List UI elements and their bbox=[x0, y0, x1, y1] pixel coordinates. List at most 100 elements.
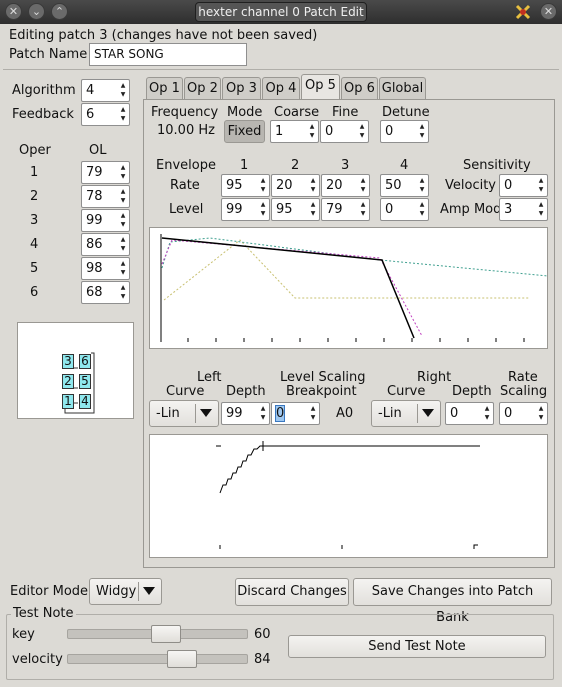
spin-arrows-icon[interactable]: ▲ ▼ bbox=[483, 404, 491, 422]
level-scaling-label: Level Scaling bbox=[280, 370, 366, 385]
fine-spin[interactable]: 0 ▲ ▼ bbox=[320, 120, 369, 143]
tab-global[interactable]: Global bbox=[379, 77, 426, 99]
velocity-slider-thumb[interactable] bbox=[167, 650, 198, 668]
env-level-2[interactable]: 95 ▲ ▼ bbox=[271, 198, 320, 221]
tab-op-1[interactable]: Op 1 bbox=[146, 77, 183, 99]
tab-op-3[interactable]: Op 3 bbox=[222, 77, 261, 99]
right-depth-value: 0 bbox=[450, 406, 459, 421]
env-level-4[interactable]: 0 ▲ ▼ bbox=[380, 198, 429, 221]
discard-changes-button[interactable]: Discard Changes bbox=[235, 578, 349, 606]
envelope-graph[interactable] bbox=[149, 227, 549, 349]
close-window-icon[interactable]: ✕ bbox=[5, 3, 22, 20]
env-trace-yellow bbox=[163, 239, 530, 301]
breakpoint-note: A0 bbox=[336, 406, 354, 421]
spin-arrows-icon[interactable]: ▲ ▼ bbox=[418, 176, 426, 194]
spin-arrows-icon[interactable]: ▲ ▼ bbox=[259, 176, 267, 194]
env-trace-current bbox=[161, 237, 415, 339]
spin-arrows-icon[interactable]: ▲ ▼ bbox=[119, 105, 127, 123]
env-rate-4-value: 50 bbox=[385, 178, 402, 193]
left-depth-value: 99 bbox=[226, 406, 243, 421]
coarse-spin[interactable]: 1 ▲ ▼ bbox=[270, 120, 319, 143]
minimize-window-icon[interactable]: ⌄ bbox=[28, 3, 45, 20]
spin-arrows-icon[interactable]: ▲ ▼ bbox=[309, 404, 317, 422]
env-col-1: 1 bbox=[240, 158, 249, 173]
op-level-spin-2[interactable]: 78 ▲ ▼ bbox=[81, 185, 130, 208]
algorithm-value: 4 bbox=[86, 83, 95, 98]
env-rate-1[interactable]: 95 ▲ ▼ bbox=[221, 174, 270, 197]
op-level-spin-1[interactable]: 79 ▲ ▼ bbox=[81, 161, 130, 184]
dropdown-arrow-icon bbox=[143, 587, 155, 595]
right-depth-spin[interactable]: 0 ▲ ▼ bbox=[445, 402, 494, 425]
left-curve-select[interactable]: -Lin bbox=[149, 400, 219, 427]
spin-arrows-icon[interactable]: ▲ ▼ bbox=[537, 404, 545, 422]
spin-arrows-icon[interactable]: ▲ ▼ bbox=[418, 200, 426, 218]
send-test-note-button[interactable]: Send Test Note bbox=[288, 635, 546, 658]
right-curve-value: -Lin bbox=[378, 406, 402, 421]
left-label: Left bbox=[197, 370, 222, 385]
key-slider[interactable] bbox=[67, 625, 248, 643]
spin-arrows-icon[interactable]: ▲ ▼ bbox=[309, 176, 317, 194]
patch-name-input[interactable]: STAR SONG bbox=[89, 43, 247, 66]
tab-op-5[interactable]: Op 5 bbox=[301, 74, 340, 100]
velocity-slider[interactable] bbox=[67, 650, 248, 668]
spin-arrows-icon[interactable]: ▲ ▼ bbox=[418, 122, 426, 140]
op-level-spin-4-value: 86 bbox=[86, 237, 103, 252]
env-rate-2[interactable]: 20 ▲ ▼ bbox=[271, 174, 320, 197]
rate-scaling-label-1: Rate bbox=[508, 370, 538, 385]
spin-arrows-icon[interactable]: ▲ ▼ bbox=[359, 176, 367, 194]
op-level-spin-3[interactable]: 99 ▲ ▼ bbox=[81, 209, 130, 232]
spin-arrows-icon[interactable]: ▲ ▼ bbox=[537, 176, 545, 194]
spin-arrows-icon[interactable]: ▲ ▼ bbox=[259, 200, 267, 218]
detune-spin[interactable]: 0 ▲ ▼ bbox=[380, 120, 429, 143]
editor-mode-select[interactable]: Widgy bbox=[89, 578, 162, 605]
env-rate-3[interactable]: 20 ▲ ▼ bbox=[321, 174, 370, 197]
maximize-window-icon[interactable]: ⌃ bbox=[51, 3, 68, 20]
key-slider-thumb[interactable] bbox=[150, 625, 181, 643]
close-icon[interactable]: ✕ bbox=[540, 3, 557, 20]
spin-arrows-icon[interactable]: ▲ ▼ bbox=[119, 163, 127, 181]
spin-arrows-icon[interactable]: ▲ ▼ bbox=[358, 122, 366, 140]
op-level-spin-4[interactable]: 86 ▲ ▼ bbox=[81, 233, 130, 256]
spin-arrows-icon[interactable]: ▲ ▼ bbox=[119, 283, 127, 301]
spin-arrows-icon[interactable]: ▲ ▼ bbox=[309, 200, 317, 218]
breakpoint-label: Breakpoint bbox=[286, 384, 357, 399]
spin-arrows-icon[interactable]: ▲ ▼ bbox=[119, 81, 127, 99]
fine-label: Fine bbox=[332, 105, 359, 120]
velocity-sens-spin[interactable]: 0 ▲ ▼ bbox=[499, 174, 548, 197]
spin-arrows-icon[interactable]: ▲ ▼ bbox=[308, 122, 316, 140]
op-level-spin-5[interactable]: 98 ▲ ▼ bbox=[81, 257, 130, 280]
breakpoint-spin[interactable]: 0 ▲ ▼ bbox=[271, 402, 320, 425]
env-level-3[interactable]: 79 ▲ ▼ bbox=[321, 198, 370, 221]
spin-arrows-icon[interactable]: ▲ ▼ bbox=[537, 200, 545, 218]
env-rate-4[interactable]: 50 ▲ ▼ bbox=[380, 174, 429, 197]
save-changes-button[interactable]: Save Changes into Patch Bank bbox=[353, 578, 552, 625]
tab-op-2[interactable]: Op 2 bbox=[184, 77, 221, 99]
spin-arrows-icon[interactable]: ▲ ▼ bbox=[119, 187, 127, 205]
op-level-spin-6[interactable]: 68 ▲ ▼ bbox=[81, 281, 130, 304]
level-scaling-graph[interactable] bbox=[149, 434, 548, 558]
env-level-1[interactable]: 99 ▲ ▼ bbox=[221, 198, 270, 221]
spin-arrows-icon[interactable]: ▲ ▼ bbox=[359, 200, 367, 218]
spin-arrows-icon[interactable]: ▲ ▼ bbox=[119, 211, 127, 229]
algo-operator-box: 2 bbox=[62, 374, 74, 389]
spin-arrows-icon[interactable]: ▲ ▼ bbox=[119, 235, 127, 253]
oper-number: 1 bbox=[30, 165, 39, 180]
spin-arrows-icon[interactable]: ▲ ▼ bbox=[119, 259, 127, 277]
right-curve-select[interactable]: -Lin bbox=[371, 400, 441, 427]
algorithm-spin[interactable]: 4 ▲ ▼ bbox=[81, 79, 130, 102]
title-bar: ✕ ⌄ ⌃ hexter channel 0 Patch Edit ✕ bbox=[0, 0, 562, 24]
mode-label: Mode bbox=[227, 105, 263, 120]
ampmod-label: Amp Mod bbox=[440, 202, 502, 217]
feedback-spin[interactable]: 6 ▲ ▼ bbox=[81, 103, 130, 126]
rate-scaling-spin[interactable]: 0 ▲ ▼ bbox=[499, 402, 548, 425]
algo-operator-box: 4 bbox=[79, 394, 91, 409]
velocity-value: 84 bbox=[254, 652, 271, 667]
left-depth-spin[interactable]: 99 ▲ ▼ bbox=[221, 402, 270, 425]
spin-arrows-icon[interactable]: ▲ ▼ bbox=[259, 404, 267, 422]
tab-op-6[interactable]: Op 6 bbox=[341, 77, 378, 99]
algorithm-diagram: 362514 bbox=[17, 322, 134, 419]
breakpoint-value[interactable]: 0 bbox=[274, 405, 286, 422]
mode-button[interactable]: Fixed bbox=[224, 120, 265, 143]
tab-op-4[interactable]: Op 4 bbox=[262, 77, 300, 99]
ampmod-spin[interactable]: 3 ▲ ▼ bbox=[499, 198, 548, 221]
